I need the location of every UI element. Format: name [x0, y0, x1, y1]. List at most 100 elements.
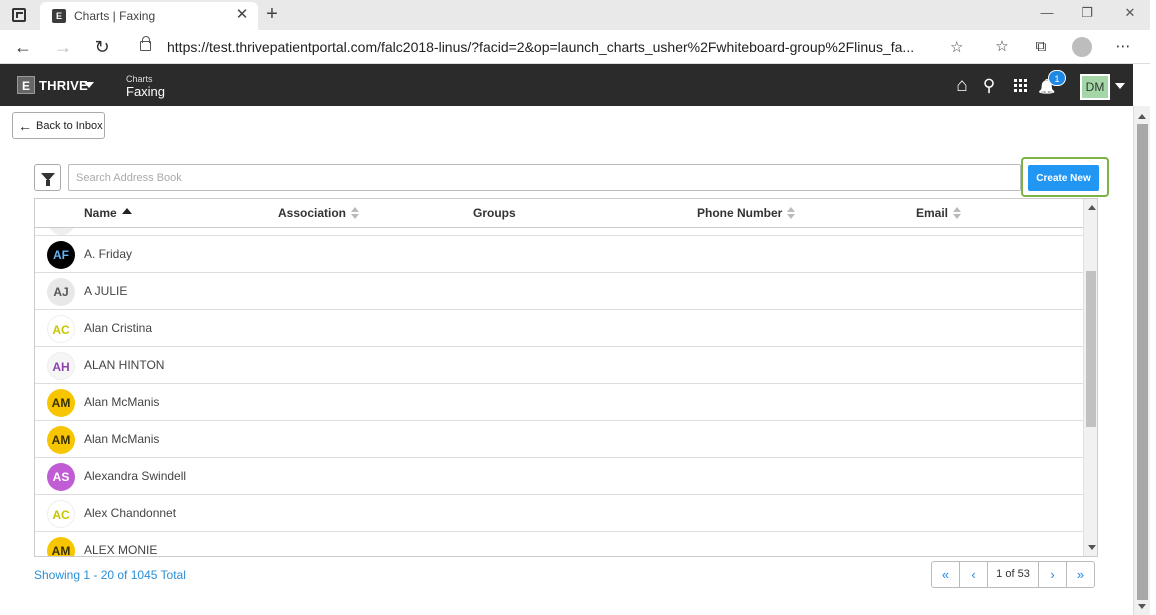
- restore-button[interactable]: ❐: [1072, 3, 1102, 23]
- table-row[interactable]: [35, 228, 1083, 236]
- notification-badge[interactable]: 1: [1048, 70, 1066, 86]
- table-row[interactable]: AC Alan Cristina: [35, 310, 1083, 347]
- table-row[interactable]: AM ALEX MONIE: [35, 532, 1083, 556]
- contact-avatar: AC: [47, 315, 75, 343]
- contact-avatar: AH: [47, 352, 75, 380]
- scroll-down-icon[interactable]: [1088, 545, 1096, 550]
- user-menu-caret-icon[interactable]: [1115, 83, 1125, 89]
- contact-name[interactable]: Alan McManis: [84, 432, 159, 446]
- column-header-phone[interactable]: Phone Number: [697, 206, 796, 220]
- search-icon[interactable]: ⚲: [979, 76, 999, 96]
- page-scroll-up-icon[interactable]: [1138, 114, 1146, 119]
- back-to-inbox-button[interactable]: ← Back to Inbox: [12, 112, 105, 139]
- table-row[interactable]: AF A. Friday: [35, 236, 1083, 273]
- contact-name[interactable]: A JULIE: [84, 284, 127, 298]
- page-indicator: 1 of 53: [987, 561, 1039, 588]
- table-row[interactable]: AJ A JULIE: [35, 273, 1083, 310]
- home-icon[interactable]: ⌂: [952, 76, 972, 96]
- contact-avatar: AM: [47, 389, 75, 417]
- refresh-icon[interactable]: ↻: [91, 36, 113, 58]
- new-tab-button[interactable]: +: [262, 4, 282, 24]
- page-content: ← Back to Inbox Create New Name Associat…: [0, 106, 1133, 615]
- arrow-left-icon: ←: [18, 117, 32, 134]
- breadcrumb-module: Charts: [126, 74, 153, 84]
- back-to-inbox-label: Back to Inbox: [36, 119, 103, 132]
- last-page-button[interactable]: »: [1066, 561, 1095, 588]
- contact-name[interactable]: Alan McManis: [84, 395, 159, 409]
- back-arrow-icon[interactable]: ←: [12, 36, 34, 58]
- previous-page-button[interactable]: ‹: [959, 561, 988, 588]
- app-header: E THRIVE Charts Faxing ⌂ ⚲ 🔔: [0, 64, 1133, 106]
- contact-avatar: AF: [47, 241, 75, 269]
- lock-icon[interactable]: [140, 36, 151, 51]
- scroll-up-icon[interactable]: [1088, 205, 1096, 210]
- column-header-name[interactable]: Name: [84, 206, 132, 220]
- results-count: Showing 1 - 20 of 1045 Total: [34, 568, 186, 582]
- column-header-email[interactable]: Email: [916, 206, 962, 220]
- table-row[interactable]: AH ALAN HINTON: [35, 347, 1083, 384]
- first-page-button[interactable]: «: [931, 561, 960, 588]
- url-text[interactable]: https://test.thrivepatientportal.com/fal…: [167, 39, 939, 55]
- table-row[interactable]: AM Alan McManis: [35, 421, 1083, 458]
- favorites-icon[interactable]: ☆: [992, 37, 1012, 57]
- brand-caret-down-icon[interactable]: [84, 82, 94, 88]
- contact-avatar: AS: [47, 463, 75, 491]
- contact-avatar: AC: [47, 500, 75, 528]
- sort-icon: [953, 207, 962, 219]
- table-scrollbar[interactable]: [1083, 199, 1097, 556]
- search-address-book-input[interactable]: [68, 164, 1021, 191]
- page-total: of 53: [1005, 568, 1030, 580]
- contact-name[interactable]: A. Friday: [84, 247, 132, 261]
- column-header-association[interactable]: Association: [278, 206, 360, 220]
- contact-name[interactable]: ALEX MONIE: [84, 543, 157, 556]
- close-window-button[interactable]: ✕: [1115, 3, 1145, 23]
- contact-avatar: AM: [47, 426, 75, 454]
- user-avatar[interactable]: DM: [1080, 74, 1110, 100]
- window-edge: [1150, 0, 1156, 615]
- next-page-button[interactable]: ›: [1038, 561, 1067, 588]
- favicon-icon: E: [52, 9, 66, 23]
- current-page[interactable]: 1: [996, 568, 1002, 580]
- table-row[interactable]: AM Alan McManis: [35, 384, 1083, 421]
- tab-actions-icon[interactable]: [12, 8, 26, 22]
- contact-name[interactable]: ALAN HINTON: [84, 358, 164, 372]
- create-new-button[interactable]: Create New: [1028, 165, 1099, 191]
- page-scroll-down-icon[interactable]: [1138, 604, 1146, 609]
- page-scrollbar[interactable]: [1133, 106, 1150, 615]
- profile-icon[interactable]: [1072, 37, 1092, 57]
- url-field[interactable]: https://test.thrivepatientportal.com/fal…: [128, 33, 974, 61]
- add-favorite-icon[interactable]: ☆: [950, 38, 963, 56]
- create-new-highlight: Create New: [1021, 157, 1109, 197]
- browser-tab[interactable]: E Charts | Faxing ✕: [40, 2, 258, 30]
- filter-button[interactable]: [34, 164, 61, 191]
- table-row[interactable]: AS Alexandra Swindell: [35, 458, 1083, 495]
- contact-name[interactable]: Alexandra Swindell: [84, 469, 186, 483]
- sort-icon: [351, 207, 360, 219]
- contact-name[interactable]: Alex Chandonnet: [84, 506, 176, 520]
- brand-name[interactable]: THRIVE: [39, 78, 88, 93]
- contact-avatar: AM: [47, 537, 75, 556]
- tab-close-icon[interactable]: ✕: [234, 7, 250, 23]
- minimize-button[interactable]: —: [1032, 3, 1062, 23]
- apps-grid-icon[interactable]: [1014, 79, 1027, 92]
- sort-icon: [787, 207, 796, 219]
- contact-avatar: [48, 228, 75, 235]
- browser-tab-bar: E Charts | Faxing ✕ + — ❐ ✕: [0, 0, 1156, 30]
- collections-icon[interactable]: ⧉: [1031, 37, 1051, 57]
- forward-arrow-icon[interactable]: →: [52, 36, 74, 58]
- settings-menu-icon[interactable]: ⋯: [1113, 37, 1133, 57]
- table-scroll-thumb[interactable]: [1086, 271, 1096, 427]
- column-header-groups: Groups: [473, 206, 516, 220]
- pagination: « ‹ 1 of 53 › »: [931, 561, 1098, 588]
- page-scroll-thumb[interactable]: [1137, 124, 1148, 600]
- page-title: Faxing: [126, 84, 166, 99]
- contact-avatar: AJ: [47, 278, 75, 306]
- address-bar-row: ← → ↻ https://test.thrivepatientportal.c…: [0, 30, 1156, 64]
- table-row[interactable]: AC Alex Chandonnet: [35, 495, 1083, 532]
- sort-ascending-icon: [121, 208, 132, 214]
- thrive-logo[interactable]: E: [17, 76, 35, 94]
- table-header: Name Association Groups Phone Number Ema…: [35, 199, 1083, 228]
- table-body: AF A. Friday AJ A JULIE AC Alan Cristina AH ALA…: [35, 228, 1083, 556]
- tab-title: Charts | Faxing: [74, 9, 156, 23]
- contact-name[interactable]: Alan Cristina: [84, 321, 152, 335]
